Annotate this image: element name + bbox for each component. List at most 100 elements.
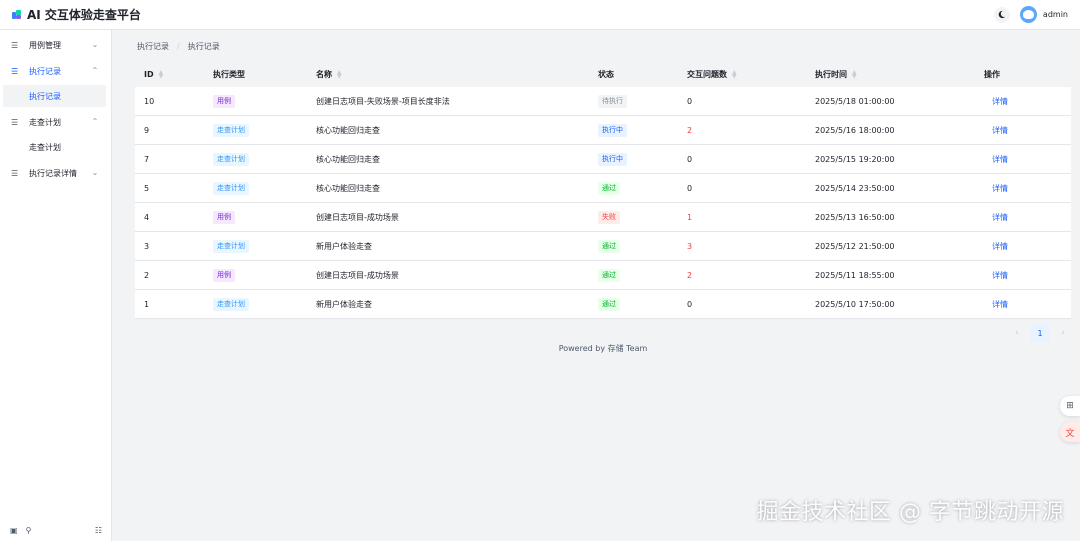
cell-time: 2025/5/11 18:55:00	[815, 271, 895, 280]
sidebar-subitem-label: 走查计划	[29, 142, 61, 152]
table-row: 7 走查计划 核心功能回归走查 执行中 0 2025/5/15 19:20:00 详情	[135, 145, 1071, 174]
detail-link[interactable]: 详情	[992, 174, 1008, 203]
detail-link[interactable]: 详情	[992, 203, 1008, 232]
cell-status: 失败	[598, 203, 620, 232]
sidebar-item-walkthrough-plan[interactable]: ☰ 走查计划 ⌃	[0, 111, 112, 133]
cell-id: 1	[144, 300, 150, 309]
detail-link[interactable]: 详情	[992, 116, 1008, 145]
sidebar-item-execution-detail[interactable]: ☰ 执行记录详情 ⌄	[0, 162, 112, 184]
column-header-id[interactable]: ID ▲ ▼	[144, 62, 163, 87]
sidebar-item-label: 执行记录详情	[29, 168, 77, 178]
cell-issues: 2	[687, 126, 693, 135]
translate-icon[interactable]: 文	[1060, 422, 1080, 442]
detail-link[interactable]: 详情	[992, 145, 1008, 174]
cell-name: 核心功能回归走查	[316, 155, 380, 164]
sidebar-footer: ▣ ⚲ ☷	[0, 519, 112, 541]
sort-icon[interactable]: ▲ ▼	[337, 69, 342, 79]
breadcrumb-item-current: 执行记录	[187, 42, 220, 51]
column-header-time[interactable]: 执行时间 ▲ ▼	[815, 62, 857, 87]
detail-link[interactable]: 详情	[992, 261, 1008, 290]
status-badge: 待执行	[598, 95, 627, 108]
table-row: 2 用例 创建日志项目-成功场景 通过 2 2025/5/11 18:55:00 详情	[135, 261, 1071, 290]
top-header: AI 交互体验走查平台 admin	[0, 0, 1080, 30]
column-header-status: 状态	[598, 70, 614, 79]
list-icon: ☰	[11, 168, 19, 178]
username[interactable]: admin	[1043, 10, 1068, 19]
sidebar-item-execution-records[interactable]: ☰ 执行记录 ⌃	[0, 60, 112, 82]
sidebar-subitem-walkthrough-plan[interactable]: 走查计划	[3, 136, 106, 158]
detail-link[interactable]: 详情	[992, 87, 1008, 116]
execution-records-table: ID ▲ ▼ 执行类型 名称 ▲ ▼ 状态 交互问题数 ▲ ▼ 执行时间 ▲ ▼ 操作 10 用例…	[135, 62, 1071, 319]
sort-icon[interactable]: ▲ ▼	[852, 69, 857, 79]
cell-status: 执行中	[598, 116, 627, 145]
watermark-text: 掘金技术社区 @ 字节跳动开源	[756, 500, 1064, 525]
cell-issues: 0	[687, 155, 693, 164]
sidebar-subitem-execution-records[interactable]: 执行记录	[3, 85, 106, 107]
sidebar-item-label: 用例管理	[29, 40, 61, 50]
cell-issues: 0	[687, 184, 693, 193]
cell-issues: 3	[687, 242, 693, 251]
cell-status: 通过	[598, 261, 620, 290]
table-body: 10 用例 创建日志项目-失败场景-项目长度非法 待执行 0 2025/5/18 01:0…	[135, 87, 1071, 319]
pagination: ‹ 1 ›	[1010, 324, 1070, 342]
cell-name: 创建日志项目-成功场景	[316, 213, 399, 222]
sidebar-subitem-label: 执行记录	[29, 91, 61, 101]
cell-status: 通过	[598, 174, 620, 203]
table-row: 9 走查计划 核心功能回归走查 执行中 2 2025/5/16 18:00:00 详情	[135, 116, 1071, 145]
column-header-name[interactable]: 名称 ▲ ▼	[316, 62, 342, 87]
cell-id: 7	[144, 155, 150, 164]
sidebar-item-case-management[interactable]: ☰ 用例管理 ⌄	[0, 34, 112, 56]
cell-status: 待执行	[598, 87, 627, 116]
cell-issues: 2	[687, 271, 693, 280]
prev-page-icon[interactable]: ‹	[1010, 328, 1024, 338]
page-number-current[interactable]: 1	[1030, 324, 1050, 342]
status-badge: 通过	[598, 182, 620, 195]
list-icon: ☰	[11, 40, 19, 50]
type-tag: 走查计划	[213, 182, 249, 195]
cell-time: 2025/5/10 17:50:00	[815, 300, 895, 309]
sidebar: ☰ 用例管理 ⌄ ☰ 执行记录 ⌃ 执行记录 ☰ 走查计划 ⌃ 走查计划 ☰ 执…	[0, 30, 112, 541]
dark-mode-toggle-icon[interactable]	[993, 6, 1010, 23]
detail-link[interactable]: 详情	[992, 232, 1008, 261]
cell-type: 走查计划	[213, 174, 249, 203]
app-title: AI 交互体验走查平台	[27, 8, 141, 22]
status-badge: 通过	[598, 269, 620, 282]
cell-issues: 1	[687, 213, 693, 222]
type-tag: 用例	[213, 95, 235, 108]
list-icon: ☰	[11, 66, 19, 76]
cell-issues: 0	[687, 97, 693, 106]
chevron-down-icon: ⌄	[91, 168, 99, 177]
pin-icon[interactable]: ⚲	[26, 526, 32, 535]
table-row: 5 走查计划 核心功能回归走查 通过 0 2025/5/14 23:50:00 详情	[135, 174, 1071, 203]
breadcrumb: 执行记录 / 执行记录	[137, 41, 220, 52]
type-tag: 走查计划	[213, 240, 249, 253]
sidebar-item-label: 执行记录	[29, 66, 61, 76]
sort-icon[interactable]: ▲ ▼	[732, 69, 737, 79]
cell-id: 10	[144, 97, 155, 106]
cell-name: 核心功能回归走查	[316, 184, 380, 193]
type-tag: 走查计划	[213, 153, 249, 166]
cell-type: 走查计划	[213, 232, 249, 261]
collapse-sidebar-icon[interactable]: ☷	[95, 526, 102, 535]
apps-grid-icon[interactable]: ⊞	[1060, 396, 1080, 416]
user-avatar[interactable]	[1019, 6, 1037, 23]
cell-type: 走查计划	[213, 116, 249, 145]
cell-name: 新用户体验走查	[316, 242, 372, 251]
cell-time: 2025/5/15 19:20:00	[815, 155, 895, 164]
sort-icon[interactable]: ▲ ▼	[159, 69, 164, 79]
status-badge: 执行中	[598, 124, 627, 137]
cell-type: 用例	[213, 87, 235, 116]
detail-link[interactable]: 详情	[992, 290, 1008, 319]
cell-time: 2025/5/18 01:00:00	[815, 97, 895, 106]
column-header-issues[interactable]: 交互问题数 ▲ ▼	[687, 62, 737, 87]
cell-name: 核心功能回归走查	[316, 126, 380, 135]
cell-type: 用例	[213, 203, 235, 232]
table-header: ID ▲ ▼ 执行类型 名称 ▲ ▼ 状态 交互问题数 ▲ ▼ 执行时间 ▲ ▼ 操作	[135, 62, 1071, 87]
cell-time: 2025/5/12 21:50:00	[815, 242, 895, 251]
cell-name: 新用户体验走查	[316, 300, 372, 309]
status-badge: 执行中	[598, 153, 627, 166]
next-page-icon[interactable]: ›	[1056, 328, 1070, 338]
list-icon: ☰	[11, 117, 19, 127]
app-logo-icon: ▣	[10, 525, 18, 535]
breadcrumb-item[interactable]: 执行记录	[137, 41, 169, 52]
